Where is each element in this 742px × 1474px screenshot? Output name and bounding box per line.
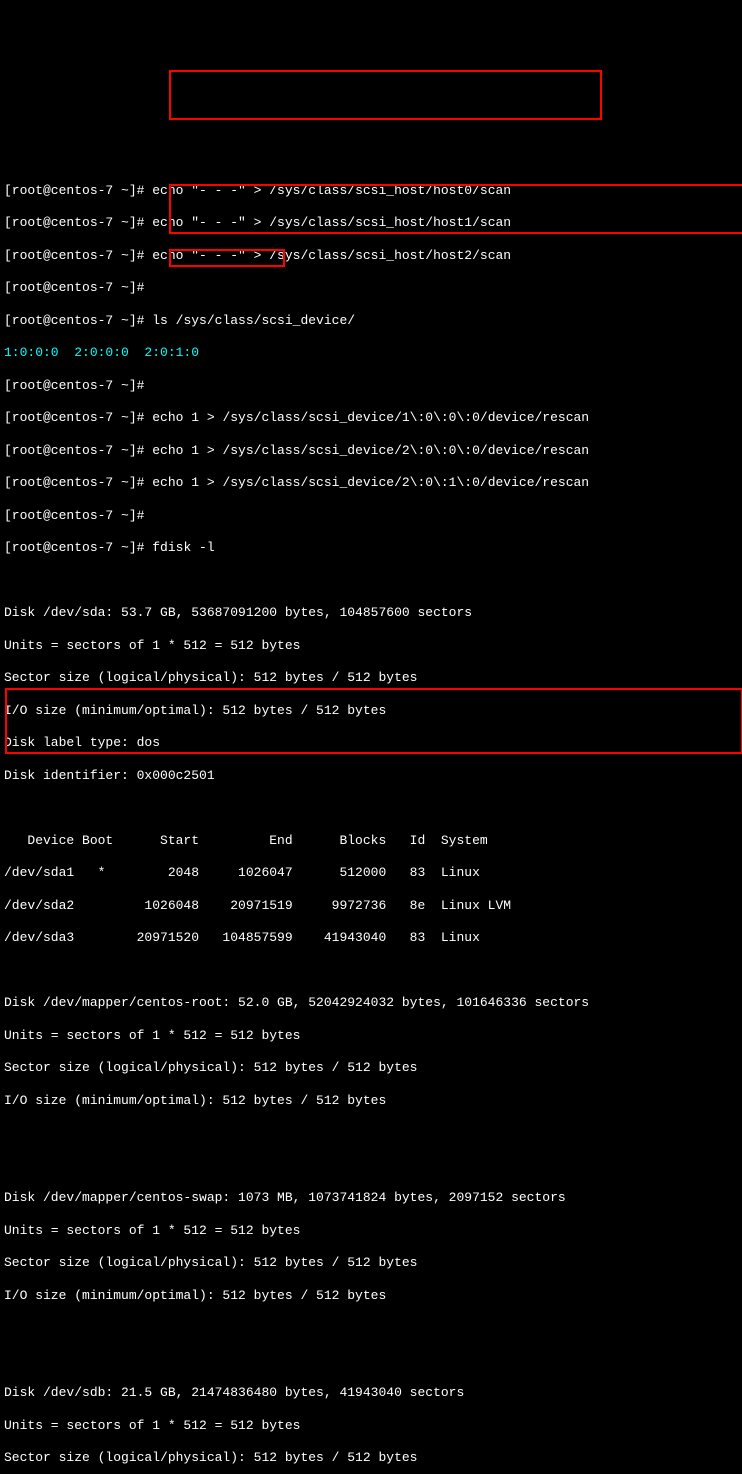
line-prompt-empty1: [root@centos-7 ~]# — [4, 280, 738, 296]
line-prompt-empty2: [root@centos-7 ~]# — [4, 378, 738, 394]
centos-swap-sector: Sector size (logical/physical): 512 byte… — [4, 1255, 738, 1271]
blank-line — [4, 963, 738, 979]
centos-root-io: I/O size (minimum/optimal): 512 bytes / … — [4, 1093, 738, 1109]
centos-swap-io: I/O size (minimum/optimal): 512 bytes / … — [4, 1288, 738, 1304]
line-rescan-2: [root@centos-7 ~]# echo 1 > /sys/class/s… — [4, 443, 738, 459]
sda-sector-line: Sector size (logical/physical): 512 byte… — [4, 670, 738, 686]
line-fdisk-command: [root@centos-7 ~]# fdisk -l — [4, 540, 738, 556]
sdb-disk: Disk /dev/sdb: 21.5 GB, 21474836480 byte… — [4, 1385, 738, 1401]
centos-swap-disk: Disk /dev/mapper/centos-swap: 1073 MB, 1… — [4, 1190, 738, 1206]
sda-identifier-line: Disk identifier: 0x000c2501 — [4, 768, 738, 784]
partition-row-3: /dev/sda3 20971520 104857599 41943040 83… — [4, 930, 738, 946]
highlight-sdb-disk — [5, 688, 742, 754]
sda-disk-line: Disk /dev/sda: 53.7 GB, 53687091200 byte… — [4, 605, 738, 621]
line-echo-host2: [root@centos-7 ~]# echo "- - -" > /sys/c… — [4, 248, 738, 264]
blank-line — [4, 1125, 738, 1141]
sdb-units: Units = sectors of 1 * 512 = 512 bytes — [4, 1418, 738, 1434]
blank-line — [4, 573, 738, 589]
sdb-sector: Sector size (logical/physical): 512 byte… — [4, 1450, 738, 1466]
centos-root-units: Units = sectors of 1 * 512 = 512 bytes — [4, 1028, 738, 1044]
line-rescan-1: [root@centos-7 ~]# echo 1 > /sys/class/s… — [4, 410, 738, 426]
highlight-fdisk-command — [169, 249, 285, 267]
centos-root-disk: Disk /dev/mapper/centos-root: 52.0 GB, 5… — [4, 995, 738, 1011]
partition-row-2: /dev/sda2 1026048 20971519 9972736 8e Li… — [4, 898, 738, 914]
partition-row-1: /dev/sda1 * 2048 1026047 512000 83 Linux — [4, 865, 738, 881]
highlight-scan-commands — [169, 70, 602, 120]
sda-units-line: Units = sectors of 1 * 512 = 512 bytes — [4, 638, 738, 654]
line-ls-command: [root@centos-7 ~]# ls /sys/class/scsi_de… — [4, 313, 738, 329]
blank-line — [4, 1353, 738, 1369]
centos-swap-units: Units = sectors of 1 * 512 = 512 bytes — [4, 1223, 738, 1239]
highlight-rescan-commands — [169, 184, 742, 234]
centos-root-sector: Sector size (logical/physical): 512 byte… — [4, 1060, 738, 1076]
blank-line — [4, 800, 738, 816]
line-prompt-empty3: [root@centos-7 ~]# — [4, 508, 738, 524]
line-rescan-3: [root@centos-7 ~]# echo 1 > /sys/class/s… — [4, 475, 738, 491]
terminal-window[interactable]: [root@centos-7 ~]# echo "- - -" > /sys/c… — [4, 69, 738, 1474]
line-ls-output: 1:0:0:0 2:0:0:0 2:0:1:0 — [4, 345, 738, 361]
blank-line — [4, 1158, 738, 1174]
partition-header: Device Boot Start End Blocks Id System — [4, 833, 738, 849]
blank-line — [4, 1320, 738, 1336]
